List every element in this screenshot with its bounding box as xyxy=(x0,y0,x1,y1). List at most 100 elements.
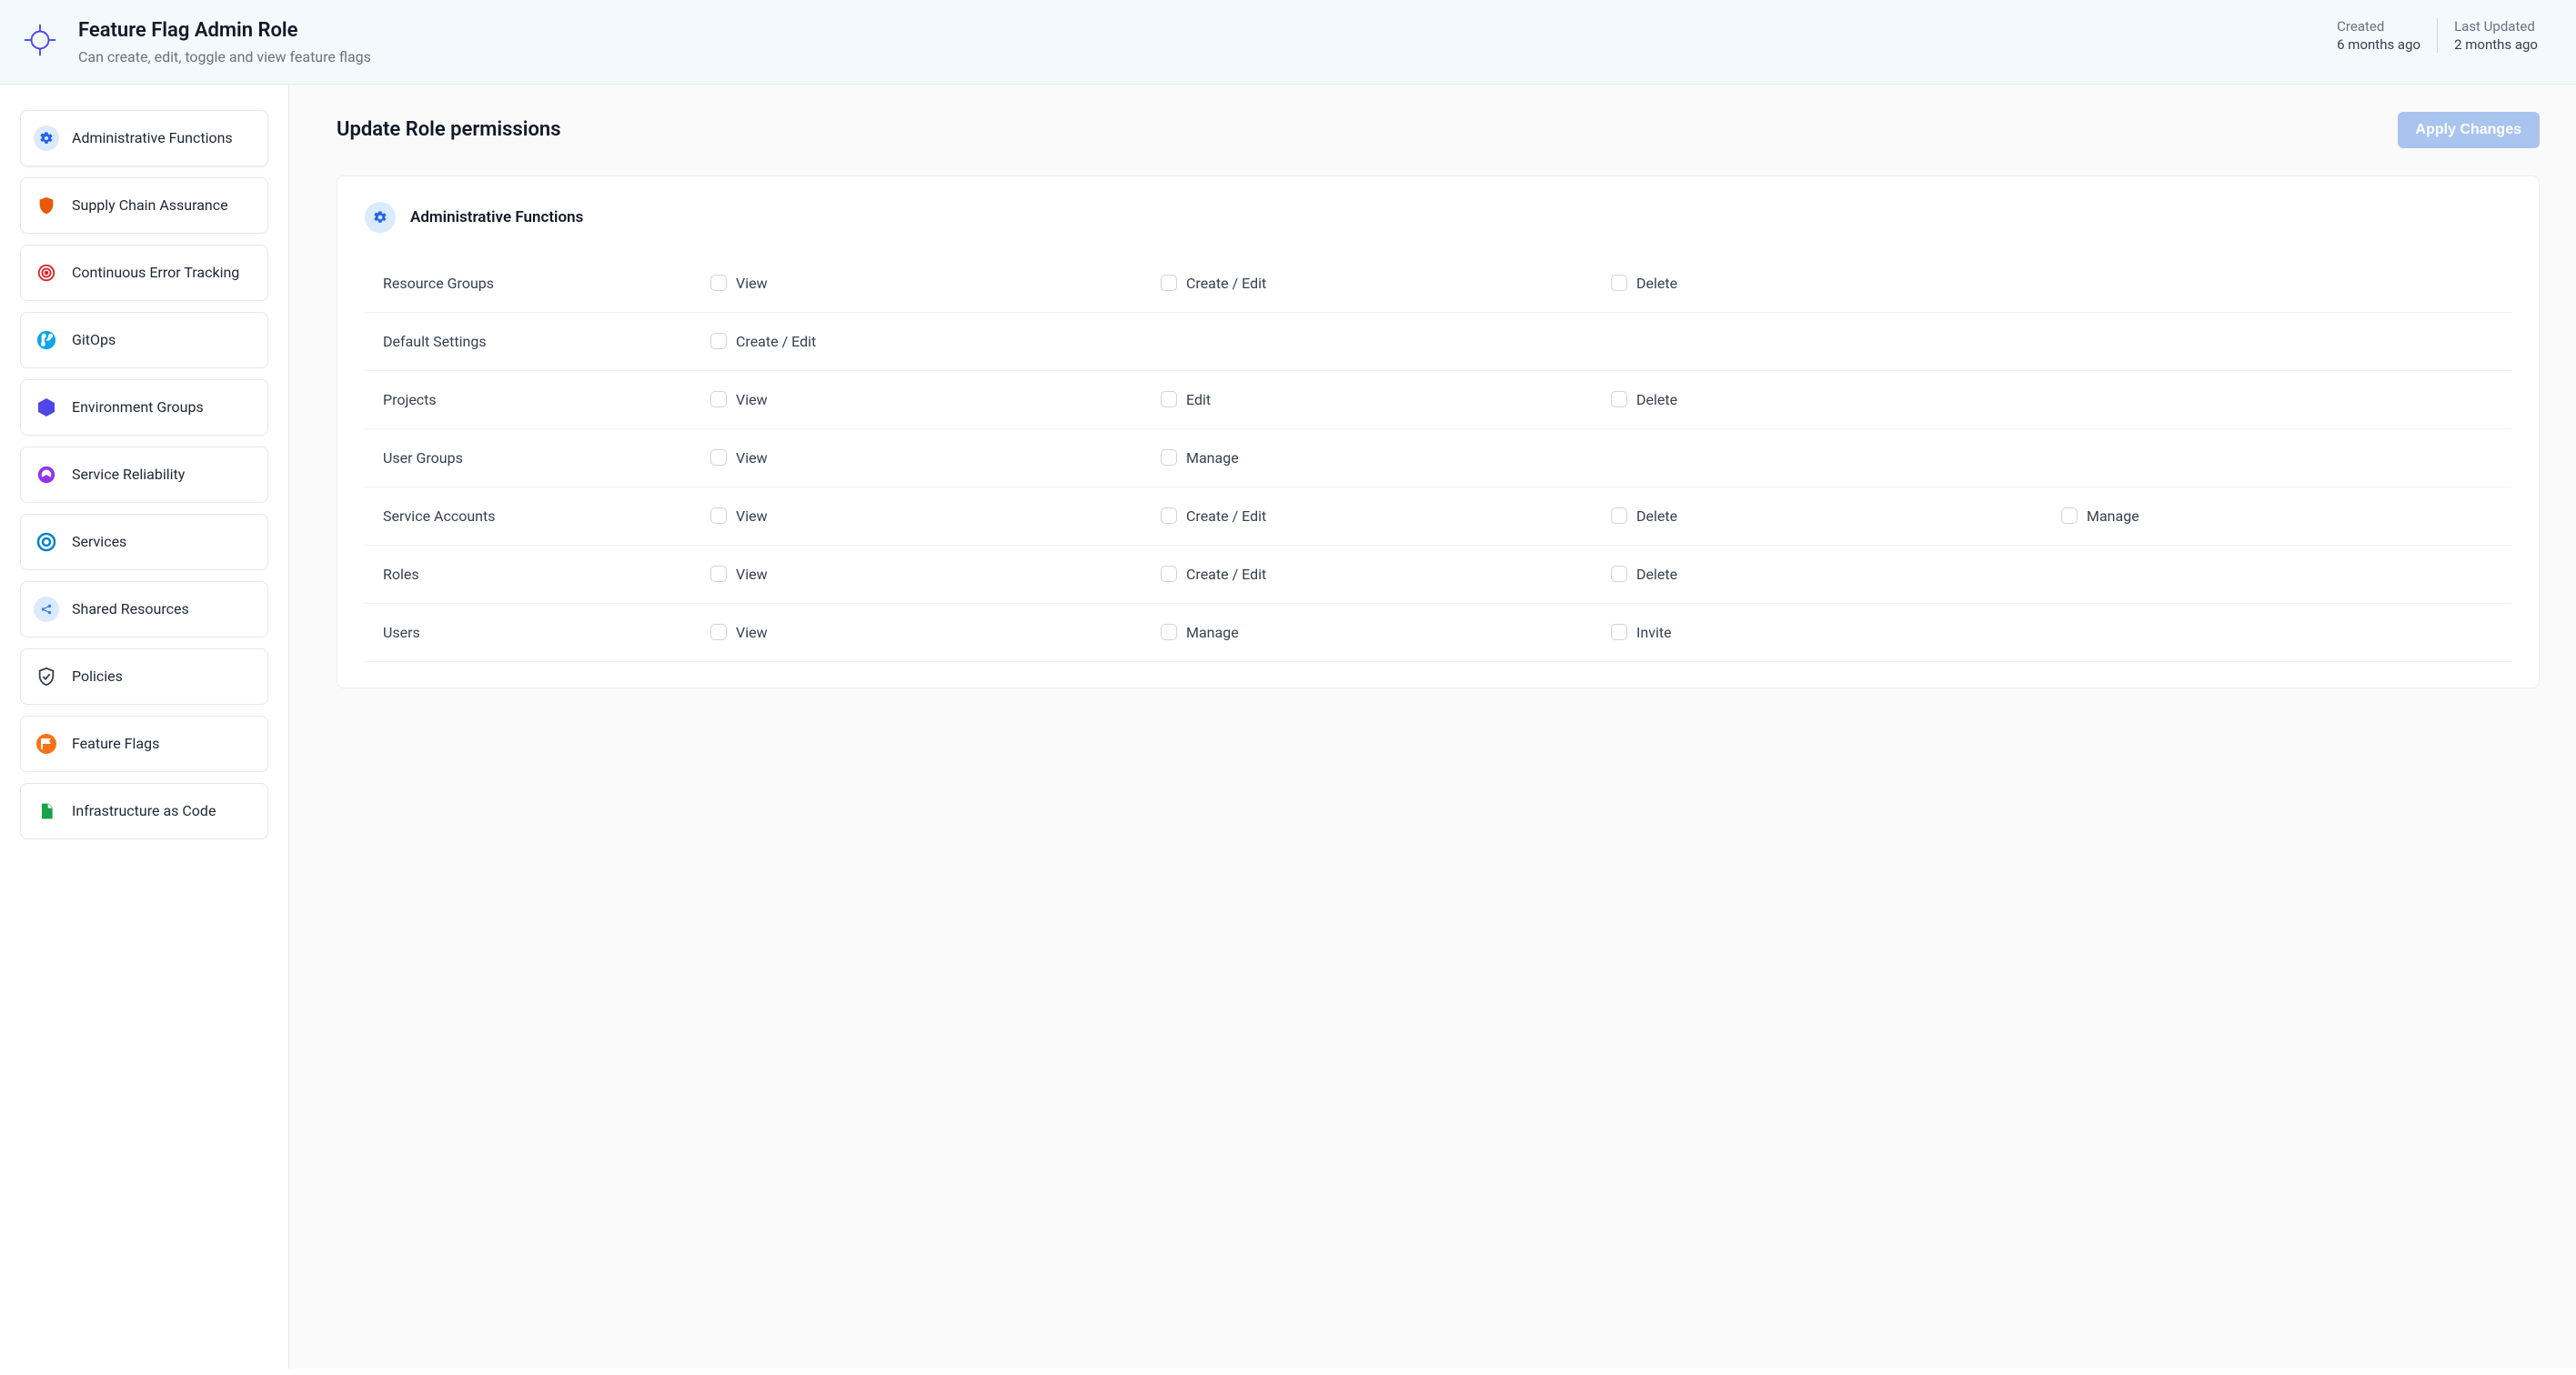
permission-option-label: View xyxy=(736,507,768,525)
sidebar-item-services[interactable]: Services xyxy=(20,514,268,570)
permission-option[interactable]: View xyxy=(710,449,1161,467)
permission-option[interactable]: Manage xyxy=(1161,624,1611,641)
sidebar-item-infrastructure-as-code[interactable]: Infrastructure as Code xyxy=(20,783,268,839)
permission-checkbox[interactable] xyxy=(1611,391,1627,407)
permission-checkbox[interactable] xyxy=(1161,624,1177,640)
sidebar-item-label: Infrastructure as Code xyxy=(72,802,216,819)
permission-option[interactable]: Create / Edit xyxy=(1161,566,1611,583)
permission-option[interactable]: Manage xyxy=(2061,507,2511,525)
panel-title: Administrative Functions xyxy=(410,208,583,226)
sidebar-item-label: Continuous Error Tracking xyxy=(72,264,239,281)
sidebar-item-shared-resources[interactable]: Shared Resources xyxy=(20,581,268,637)
permission-checkbox[interactable] xyxy=(710,624,727,640)
permission-checkbox[interactable] xyxy=(710,449,727,466)
permission-name: Service Accounts xyxy=(383,507,710,525)
permission-checkbox[interactable] xyxy=(710,566,727,582)
share-icon xyxy=(34,597,59,622)
sidebar-item-environment-groups[interactable]: Environment Groups xyxy=(20,379,268,436)
shield-check-icon xyxy=(34,664,59,689)
page-title: Feature Flag Admin Role xyxy=(78,18,371,45)
permission-name: Resource Groups xyxy=(383,275,710,292)
permission-option[interactable]: Invite xyxy=(1611,624,2061,641)
permission-row: User GroupsViewManage xyxy=(365,429,2511,487)
sidebar-item-label: Administrative Functions xyxy=(72,129,233,146)
crosshair-icon xyxy=(22,22,58,58)
permission-option-label: Delete xyxy=(1636,566,1677,583)
reliability-icon xyxy=(34,462,59,487)
flag-icon xyxy=(34,731,59,757)
permission-name: Projects xyxy=(383,391,710,408)
permission-option[interactable]: View xyxy=(710,566,1161,583)
sidebar-item-label: Feature Flags xyxy=(72,735,159,752)
sidebar-item-feature-flags[interactable]: Feature Flags xyxy=(20,716,268,772)
permission-name: Default Settings xyxy=(383,333,710,350)
sidebar-item-continuous-error-tracking[interactable]: Continuous Error Tracking xyxy=(20,245,268,301)
sidebar-item-label: Service Reliability xyxy=(72,466,185,483)
gear-icon xyxy=(365,202,396,233)
permission-option-label: Manage xyxy=(1186,624,1239,641)
permission-option[interactable]: View xyxy=(710,391,1161,408)
permission-checkbox[interactable] xyxy=(1611,507,1627,524)
permission-option-label: Manage xyxy=(1186,449,1239,467)
permission-row: Service Accounts View Create / EditDelete M… xyxy=(365,487,2511,546)
permission-option[interactable]: View xyxy=(710,507,1161,525)
permission-checkbox[interactable] xyxy=(2061,507,2078,524)
permission-option[interactable]: Delete xyxy=(1611,391,2061,408)
permission-option[interactable]: View xyxy=(710,275,1161,292)
permission-option[interactable]: Delete xyxy=(1611,507,2061,525)
header-left: Feature Flag Admin Role Can create, edit… xyxy=(22,18,371,65)
created-label: Created xyxy=(2337,18,2420,35)
permission-checkbox[interactable] xyxy=(1611,624,1627,640)
permission-name: Roles xyxy=(383,566,710,583)
permission-checkbox[interactable] xyxy=(1161,507,1177,524)
updated-label: Last Updated xyxy=(2454,18,2538,35)
permission-rows: Resource GroupsViewCreate / EditDeleteDe… xyxy=(365,255,2511,662)
permission-option-label: View xyxy=(736,391,768,408)
branch-icon xyxy=(34,327,59,353)
permission-checkbox[interactable] xyxy=(1161,449,1177,466)
page-header: Feature Flag Admin Role Can create, edit… xyxy=(0,0,2576,85)
permission-row: Default Settings Create / Edit xyxy=(365,313,2511,371)
permission-option-label: Create / Edit xyxy=(1186,566,1266,583)
panel-header: Administrative Functions xyxy=(365,202,2511,233)
created-meta: Created 6 months ago xyxy=(2320,18,2438,53)
permission-checkbox[interactable] xyxy=(1611,566,1627,582)
permissions-panel: Administrative Functions Resource Groups… xyxy=(337,176,2540,688)
permission-option-label: Manage xyxy=(2087,507,2139,525)
permission-checkbox[interactable] xyxy=(1161,275,1177,291)
apply-changes-button[interactable]: Apply Changes xyxy=(2398,112,2540,148)
sidebar: Administrative Functions Supply Chain Ass… xyxy=(0,85,289,1369)
permission-checkbox[interactable] xyxy=(710,391,727,407)
sidebar-item-gitops[interactable]: GitOps xyxy=(20,312,268,368)
title-block: Feature Flag Admin Role Can create, edit… xyxy=(78,18,371,65)
permission-checkbox[interactable] xyxy=(1161,566,1177,582)
sidebar-item-service-reliability[interactable]: Service Reliability xyxy=(20,447,268,503)
sidebar-item-policies[interactable]: Policies xyxy=(20,648,268,705)
permission-option[interactable]: View xyxy=(710,624,1161,641)
header-meta: Created 6 months ago Last Updated 2 mont… xyxy=(2320,18,2554,53)
sidebar-item-label: GitOps xyxy=(72,331,116,348)
permission-row: Resource GroupsViewCreate / EditDelete xyxy=(365,255,2511,313)
permission-checkbox[interactable] xyxy=(710,507,727,524)
permission-checkbox[interactable] xyxy=(1161,391,1177,407)
sidebar-item-administrative-functions[interactable]: Administrative Functions xyxy=(20,110,268,166)
permission-option[interactable]: Create / Edit xyxy=(710,333,1161,350)
permission-option[interactable]: Create / Edit xyxy=(1161,275,1611,292)
hexagon-icon xyxy=(34,395,59,420)
permission-checkbox[interactable] xyxy=(710,275,727,291)
created-value: 6 months ago xyxy=(2337,36,2420,53)
file-icon xyxy=(34,798,59,824)
permission-option[interactable]: Edit xyxy=(1161,391,1611,408)
sidebar-item-label: Shared Resources xyxy=(72,600,189,617)
sidebar-item-supply-chain-assurance[interactable]: Supply Chain Assurance xyxy=(20,177,268,234)
sidebar-item-label: Environment Groups xyxy=(72,398,204,416)
permission-option[interactable]: Delete xyxy=(1611,566,2061,583)
permission-option[interactable]: Manage xyxy=(1161,449,1611,467)
permission-option[interactable]: Create / Edit xyxy=(1161,507,1611,525)
permission-checkbox[interactable] xyxy=(710,333,727,349)
main-panel: Update Role permissions Apply Changes Ad… xyxy=(289,85,2576,1369)
permission-option-label: Create / Edit xyxy=(736,333,816,350)
permission-checkbox[interactable] xyxy=(1611,275,1627,291)
permission-option[interactable]: Delete xyxy=(1611,275,2061,292)
sidebar-item-label: Services xyxy=(72,533,126,550)
